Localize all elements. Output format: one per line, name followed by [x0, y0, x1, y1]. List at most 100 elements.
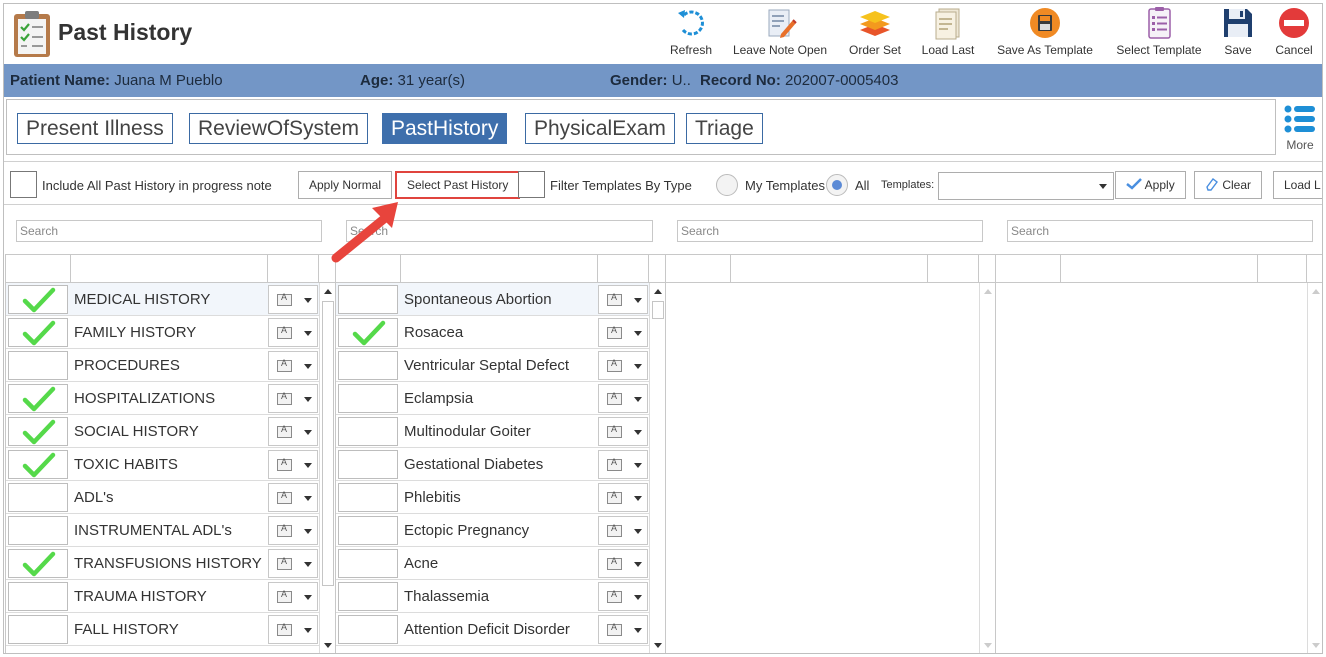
- row-checkbox[interactable]: [8, 318, 68, 347]
- condition-row[interactable]: Acne: [336, 547, 665, 580]
- condition-scrollbar[interactable]: [649, 283, 665, 653]
- template-dropdown[interactable]: [598, 318, 648, 347]
- apply-button[interactable]: Apply: [1115, 171, 1186, 199]
- row-checkbox[interactable]: [338, 549, 398, 578]
- scroll-down-arrow[interactable]: [1308, 638, 1322, 653]
- all-radio[interactable]: [826, 174, 848, 196]
- condition-row[interactable]: Ventricular Septal Defect: [336, 349, 665, 382]
- condition-row[interactable]: Phlebitis: [336, 481, 665, 514]
- row-checkbox[interactable]: [338, 384, 398, 413]
- row-checkbox[interactable]: [338, 417, 398, 446]
- scroll-up-arrow[interactable]: [650, 284, 665, 299]
- scroll-up-arrow[interactable]: [980, 284, 995, 299]
- note-search-input[interactable]: Search: [1007, 220, 1313, 242]
- template-dropdown[interactable]: [598, 417, 648, 446]
- template-dropdown[interactable]: [598, 285, 648, 314]
- apply-normal-button[interactable]: Apply Normal: [298, 171, 393, 199]
- row-checkbox[interactable]: [8, 516, 68, 545]
- category-row[interactable]: FAMILY HISTORY: [6, 316, 335, 349]
- row-checkbox[interactable]: [8, 450, 68, 479]
- detail-search-input[interactable]: Search: [677, 220, 983, 242]
- row-checkbox[interactable]: [8, 582, 68, 611]
- category-row[interactable]: TRAUMA HISTORY: [6, 580, 335, 613]
- scroll-up-arrow[interactable]: [320, 284, 335, 299]
- load-button[interactable]: Load L: [1273, 171, 1322, 199]
- tab-past-history[interactable]: PastHistory: [382, 113, 508, 144]
- tab-present-illness[interactable]: Present Illness: [17, 113, 173, 144]
- condition-row[interactable]: Eclampsia: [336, 382, 665, 415]
- category-row[interactable]: INSTRUMENTAL ADL's: [6, 514, 335, 547]
- category-row[interactable]: TOXIC HABITS: [6, 448, 335, 481]
- more-button[interactable]: More: [1279, 104, 1321, 152]
- scroll-up-arrow[interactable]: [1308, 284, 1322, 299]
- template-dropdown[interactable]: [268, 450, 318, 479]
- tab-triage[interactable]: Triage: [686, 113, 763, 144]
- template-dropdown[interactable]: [268, 582, 318, 611]
- save-button[interactable]: Save: [1218, 6, 1258, 62]
- row-checkbox[interactable]: [338, 483, 398, 512]
- template-dropdown[interactable]: [268, 483, 318, 512]
- row-checkbox[interactable]: [8, 549, 68, 578]
- template-dropdown[interactable]: [268, 417, 318, 446]
- condition-row[interactable]: Multinodular Goiter: [336, 415, 665, 448]
- filter-by-type-checkbox[interactable]: [518, 171, 545, 198]
- save-as-template-button[interactable]: Save As Template: [994, 6, 1096, 62]
- template-dropdown[interactable]: [268, 351, 318, 380]
- template-dropdown[interactable]: [268, 615, 318, 644]
- leave-note-open-button[interactable]: Leave Note Open: [732, 6, 828, 62]
- category-row[interactable]: TRANSFUSIONS HISTORY: [6, 547, 335, 580]
- template-dropdown[interactable]: [598, 549, 648, 578]
- scroll-down-arrow[interactable]: [650, 638, 665, 653]
- tab-physical-exam[interactable]: PhysicalExam: [525, 113, 675, 144]
- template-dropdown[interactable]: [598, 450, 648, 479]
- condition-search-input[interactable]: Search: [346, 220, 653, 242]
- category-row[interactable]: SOCIAL HISTORY: [6, 415, 335, 448]
- row-checkbox[interactable]: [8, 417, 68, 446]
- scroll-down-arrow[interactable]: [980, 638, 995, 653]
- condition-row[interactable]: Spontaneous Abortion: [336, 283, 665, 316]
- template-dropdown[interactable]: [268, 549, 318, 578]
- template-dropdown[interactable]: [268, 285, 318, 314]
- row-checkbox[interactable]: [338, 516, 398, 545]
- condition-row[interactable]: Ectopic Pregnancy: [336, 514, 665, 547]
- scroll-thumb[interactable]: [652, 301, 664, 319]
- condition-row[interactable]: Thalassemia: [336, 580, 665, 613]
- condition-row[interactable]: Rosacea: [336, 316, 665, 349]
- template-dropdown[interactable]: [268, 318, 318, 347]
- row-checkbox[interactable]: [338, 582, 398, 611]
- select-template-button[interactable]: Select Template: [1114, 6, 1204, 62]
- row-checkbox[interactable]: [8, 384, 68, 413]
- clear-button[interactable]: Clear: [1194, 171, 1263, 199]
- category-row[interactable]: ADL's: [6, 481, 335, 514]
- cancel-button[interactable]: Cancel: [1272, 6, 1316, 62]
- note-scrollbar[interactable]: [1307, 283, 1322, 653]
- row-checkbox[interactable]: [8, 285, 68, 314]
- row-checkbox[interactable]: [8, 483, 68, 512]
- category-row[interactable]: FALL HISTORY: [6, 613, 335, 646]
- my-templates-radio[interactable]: [716, 174, 738, 196]
- template-dropdown[interactable]: [598, 516, 648, 545]
- row-checkbox[interactable]: [8, 351, 68, 380]
- category-row[interactable]: MEDICAL HISTORY: [6, 283, 335, 316]
- load-last-button[interactable]: Load Last: [918, 6, 978, 62]
- category-scrollbar[interactable]: [319, 283, 335, 653]
- scroll-down-arrow[interactable]: [320, 638, 335, 653]
- template-dropdown[interactable]: [268, 516, 318, 545]
- category-search-input[interactable]: Search: [16, 220, 322, 242]
- templates-dropdown[interactable]: [938, 172, 1114, 200]
- row-checkbox[interactable]: [338, 318, 398, 347]
- template-dropdown[interactable]: [598, 483, 648, 512]
- condition-row[interactable]: Attention Deficit Disorder: [336, 613, 665, 646]
- template-dropdown[interactable]: [598, 615, 648, 644]
- order-set-button[interactable]: Order Set: [846, 6, 904, 62]
- select-past-history-button[interactable]: Select Past History: [395, 171, 521, 199]
- template-dropdown[interactable]: [598, 582, 648, 611]
- row-checkbox[interactable]: [8, 615, 68, 644]
- template-dropdown[interactable]: [598, 384, 648, 413]
- category-row[interactable]: PROCEDURES: [6, 349, 335, 382]
- condition-row[interactable]: Gestational Diabetes: [336, 448, 665, 481]
- include-all-checkbox[interactable]: [10, 171, 37, 198]
- row-checkbox[interactable]: [338, 285, 398, 314]
- row-checkbox[interactable]: [338, 450, 398, 479]
- template-dropdown[interactable]: [268, 384, 318, 413]
